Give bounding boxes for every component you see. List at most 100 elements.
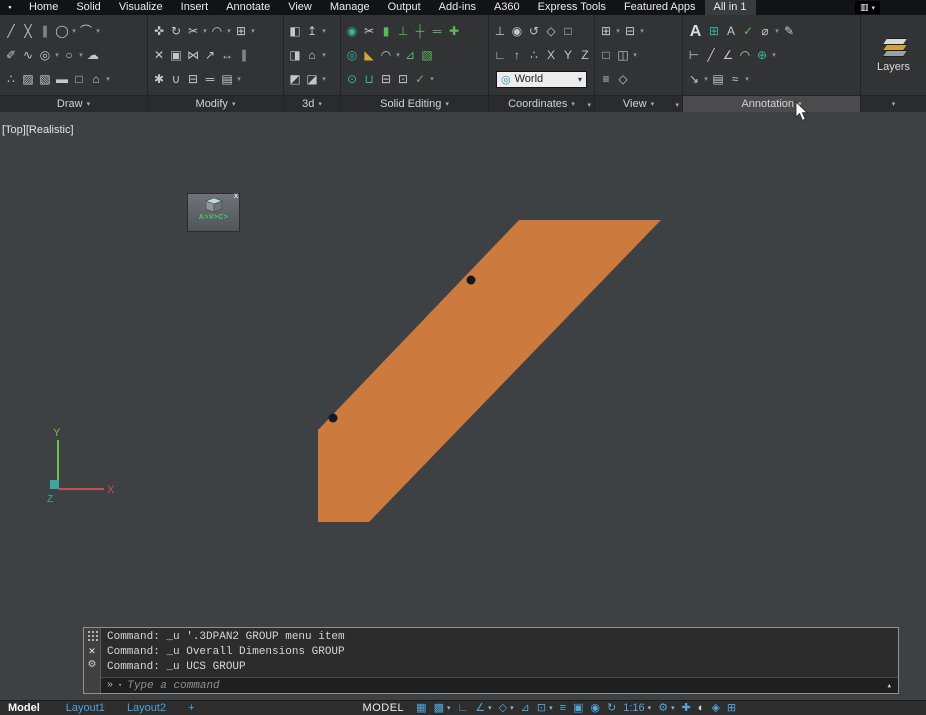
subtract-icon[interactable]: ◎ [344,47,360,64]
layout1-tab[interactable]: Layout1 [66,702,105,714]
rotate-icon[interactable]: ↻ [168,23,184,40]
fillet-icon[interactable]: ◠ [209,23,225,40]
annotation-table-icon[interactable]: ▤ [710,71,726,88]
spell-check-icon[interactable]: ✓ [740,23,756,40]
revision-cloud-icon[interactable]: ☁ [85,47,101,64]
workspace-switching-arrow[interactable]: ▾ [671,702,675,715]
layers-panel-button[interactable]: Layers [861,15,926,95]
navigation-bar-icon[interactable]: ≡ [598,71,614,88]
drag-handle-icon[interactable] [86,630,98,643]
intersect-icon[interactable]: ⊙ [344,71,360,88]
close-icon[interactable]: ✕ [88,647,96,656]
dimension-icon[interactable]: ⌀ [757,23,773,40]
tab-addins[interactable]: Add-ins [430,0,485,15]
annotation-scale-arrow[interactable]: ▾ [648,702,652,715]
explode-icon[interactable]: ✱ [151,71,167,88]
sweep-icon[interactable]: ◩ [287,71,303,88]
dialog-launcher-icon[interactable]: ▾ [587,101,591,109]
region-icon[interactable]: ▬ [54,71,70,88]
model-tab[interactable]: Model [8,702,40,714]
modify-panel-footer[interactable]: Modify ▾ [148,95,283,112]
radius-dimension-icon[interactable]: ◠ [737,47,753,64]
edit-polyline-icon[interactable]: ▤ [219,71,235,88]
trim-icon[interactable]: ✂ [185,23,201,40]
ucs-previous-icon[interactable]: ↺ [526,23,542,40]
ucs-icon[interactable]: ⊥ [492,23,508,40]
trim-flyout-arrow[interactable]: ▾ [202,23,208,40]
box-flyout-arrow[interactable]: ▾ [321,23,327,40]
extract-edges-icon[interactable]: ═ [429,23,445,40]
ucs-3point-icon[interactable]: ∴ [526,47,542,64]
ucs-icon[interactable]: Y X Z [38,418,122,506]
tab-a360[interactable]: A360 [485,0,529,15]
hatch-icon[interactable]: ▨ [20,71,36,88]
mirror-icon[interactable]: ⋈ [185,47,201,64]
linear-dimension-icon[interactable]: ⊢ [686,47,702,64]
tab-annotate[interactable]: Annotate [217,0,279,15]
tab-home[interactable]: Home [20,0,67,15]
table-icon[interactable]: ⊞ [706,23,722,40]
polyline-icon[interactable]: ✐ [3,47,19,64]
dim-style-icon[interactable]: ✎ [781,23,797,40]
scale-icon[interactable]: ↗ [202,47,218,64]
polysolid-icon[interactable]: ⌂ [304,47,320,64]
ucs-world-icon[interactable]: ◉ [509,23,525,40]
text-icon[interactable]: A [686,23,705,40]
autoscale-icon[interactable]: ↻ [607,702,616,715]
solid-more-arrow[interactable]: ▾ [429,71,435,88]
angular-dimension-icon[interactable]: ∠ [720,47,736,64]
dim-more-arrow[interactable]: ▾ [771,47,777,64]
point-entity[interactable] [328,413,338,423]
ucs-zaxis-icon[interactable]: ↑ [509,47,525,64]
grid-display-icon[interactable]: ▦ [416,702,426,715]
draw-panel-footer[interactable]: Draw ▾ [0,95,147,112]
break-icon[interactable]: ⊟ [185,71,201,88]
recent-commands-icon[interactable]: » [107,680,113,691]
box-icon[interactable]: ◧ [287,23,303,40]
tab-insert[interactable]: Insert [172,0,218,15]
line-icon[interactable]: ╱ [3,23,19,40]
titlebar-icon[interactable]: ▪ [0,0,20,15]
ellipse-flyout-arrow[interactable]: ▾ [78,47,84,64]
boundary-icon[interactable]: □ [71,71,87,88]
join-icon[interactable]: ∪ [168,71,184,88]
tab-solid[interactable]: Solid [67,0,109,15]
command-history[interactable]: Command: _u '.3DPAN2 GROUP menu item Comm… [101,628,898,677]
move-icon[interactable]: ✜ [151,23,167,40]
polar-tracking-arrow[interactable]: ▾ [488,702,492,715]
ucs-y-icon[interactable]: Y [560,47,576,64]
ucs-face-icon[interactable]: ◇ [543,23,559,40]
isometric-drafting-icon[interactable]: ◇ [499,702,507,715]
circle-icon[interactable]: ◯ [54,23,70,40]
chevron-down-icon[interactable]: ▾ [118,681,122,690]
imprint-icon[interactable]: ⊥ [395,23,411,40]
loft-icon[interactable]: ◪ [304,71,320,88]
layers-panel-footer[interactable]: ▾ [861,95,926,112]
layout2-tab[interactable]: Layout2 [127,702,166,714]
view-panel-footer[interactable]: View ▾ ▾ [595,95,682,112]
drawing-area[interactable]: [Top][Realistic] x A>V>C> Y X Z ✕ ⚙ Comm… [0,112,926,700]
array-flyout-arrow[interactable]: ▾ [250,23,256,40]
polygon-icon[interactable]: ⌂ [88,71,104,88]
view-flyout-arrow[interactable]: ▾ [632,47,638,64]
presspull-flyout-arrow[interactable]: ▾ [321,47,327,64]
model-space-button[interactable]: MODEL [363,702,405,714]
fillet-edge-icon[interactable]: ◠ [378,47,394,64]
solid-editing-panel-footer[interactable]: Solid Editing ▾ [341,95,488,112]
ucs-object-icon[interactable]: □ [560,23,576,40]
chamfer-edge-icon[interactable]: ◣ [361,47,377,64]
point-icon[interactable]: ∴ [3,71,19,88]
ribbon-display-toggle[interactable]: ▥ ▾ [854,1,880,14]
lineweight-icon[interactable]: ≡ [560,702,566,715]
object-snap-tracking-icon[interactable]: ⊿ [521,702,530,715]
thicken-icon[interactable]: ▮ [378,23,394,40]
slice-icon[interactable]: ✂ [361,23,377,40]
point-entity[interactable] [466,275,476,285]
multileader-icon[interactable]: ↘ [686,71,702,88]
snap-mode-icon[interactable]: ▩ [434,702,444,715]
command-input-placeholder[interactable]: Type a command [127,680,219,692]
tab-view[interactable]: View [279,0,321,15]
annotation-scale-button[interactable]: 1:16 [623,702,644,715]
named-views-icon[interactable]: ⊞ [598,23,614,40]
3d-panel-footer[interactable]: 3d ▾ [284,95,340,112]
